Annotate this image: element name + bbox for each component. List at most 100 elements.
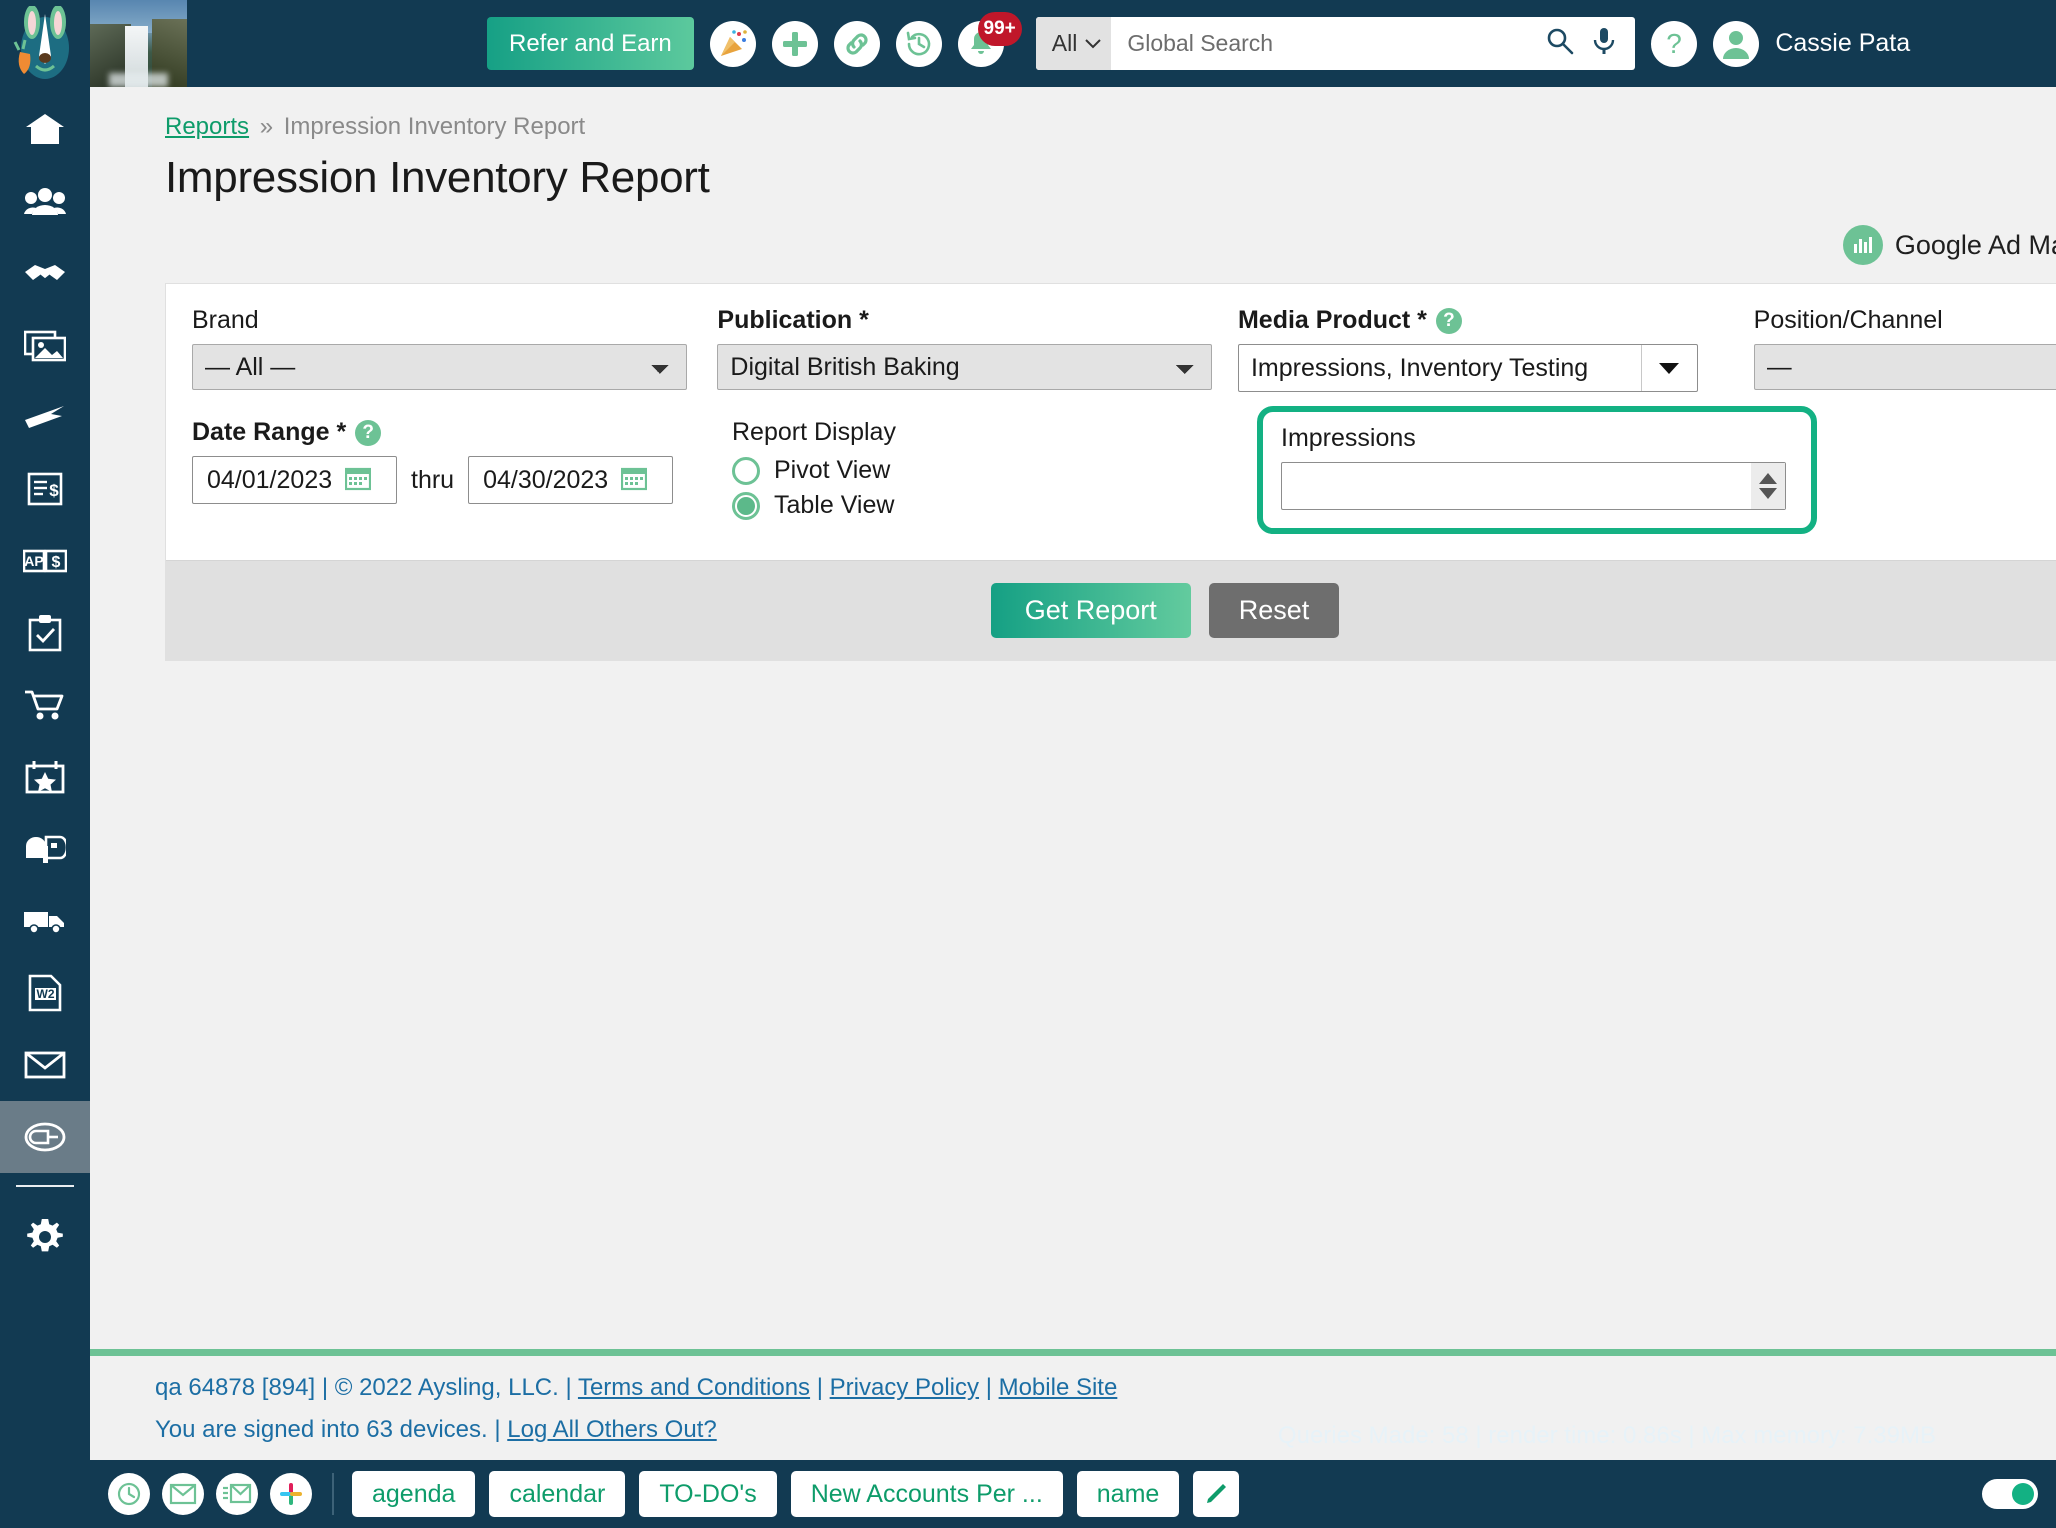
date-from-field[interactable]	[192, 456, 397, 504]
date-to-field[interactable]	[468, 456, 674, 504]
impressions-input[interactable]	[1282, 464, 1751, 508]
stepper-up-icon[interactable]	[1759, 473, 1777, 484]
search-icon[interactable]	[1545, 26, 1575, 61]
envelope-list-icon[interactable]	[216, 1473, 258, 1515]
link-icon[interactable]	[833, 20, 880, 67]
handshake-icon	[25, 265, 65, 280]
publication-field: Publication * Digital British Baking	[717, 306, 1238, 390]
taskbar-chip-todos[interactable]: TO-DO's	[639, 1471, 777, 1517]
left-sidebar: $ AP $ W2	[0, 87, 90, 1528]
sidebar-item-settings[interactable]	[0, 1201, 90, 1273]
user-name-label[interactable]: Cassie Pata	[1775, 29, 1910, 58]
position-channel-label: Position/Channel	[1753, 306, 1943, 334]
app-logo[interactable]	[0, 0, 90, 87]
media-product-field: Media Product * ? Impressions, Inventory…	[1237, 306, 1754, 392]
sidebar-item-reports[interactable]	[0, 1101, 90, 1173]
bell-icon[interactable]: 99+	[957, 11, 1022, 67]
impressions-label: Impressions	[1281, 424, 1416, 452]
clock-icon[interactable]	[108, 1473, 150, 1515]
sidebar-item-contacts[interactable]	[0, 165, 90, 237]
position-channel-select[interactable]: —	[1753, 344, 2056, 390]
envelope-icon[interactable]	[162, 1473, 204, 1515]
slack-icon[interactable]	[270, 1473, 312, 1515]
sidebar-item-deals[interactable]	[0, 237, 90, 309]
top-navigation-bar: Refer and Earn 99+ All Global Search ? C…	[0, 0, 2056, 87]
google-ad-manager-indicator[interactable]: Google Ad Ma	[90, 203, 2056, 265]
render-stats: Queries Made: 58 | render time: 0.86s | …	[1277, 1422, 1936, 1449]
search-scope-value: All	[1051, 30, 1078, 56]
publication-select[interactable]: Digital British Baking	[717, 344, 1213, 390]
microphone-icon[interactable]	[1591, 26, 1617, 61]
date-range-help-icon[interactable]: ?	[355, 419, 382, 446]
taskbar-chip-new-accounts[interactable]: New Accounts Per ...	[790, 1471, 1063, 1517]
report-display-option-pivot[interactable]: Pivot View	[732, 456, 1267, 485]
taskbar-chip-agenda[interactable]: agenda	[352, 1471, 476, 1517]
clipboard-check-icon	[28, 615, 62, 652]
reset-button[interactable]: Reset	[1208, 583, 1340, 638]
date-range-label: Date Range * ?	[192, 418, 732, 447]
get-report-button[interactable]: Get Report	[990, 583, 1191, 638]
report-display-option-table[interactable]: Table View	[732, 491, 1267, 520]
breadcrumb-parent-link[interactable]: Reports	[165, 113, 249, 140]
search-input[interactable]	[1111, 17, 1542, 70]
panel-actions: Get Report Reset	[166, 560, 2056, 660]
date-range-label-text: Date Range *	[192, 418, 347, 446]
sidebar-item-production[interactable]	[0, 381, 90, 453]
taskbar-toggle[interactable]	[1982, 1479, 2038, 1509]
main-content: Reports » Impression Inventory Report Im…	[90, 87, 2056, 1460]
avatar[interactable]	[1713, 20, 1760, 67]
sidebar-item-tasks[interactable]	[0, 597, 90, 669]
position-channel-field: Position/Channel —	[1753, 306, 2056, 390]
privacy-link[interactable]: Privacy Policy	[830, 1374, 979, 1401]
brand-select[interactable]: — All —	[192, 344, 687, 390]
plus-icon[interactable]	[771, 20, 818, 67]
refer-and-earn-button[interactable]: Refer and Earn	[487, 17, 694, 70]
sidebar-item-mailbox[interactable]	[0, 813, 90, 885]
report-filter-panel: Brand — All — Publication * Digital Brit…	[165, 283, 2056, 661]
sidebar-item-w2[interactable]: W2	[0, 957, 90, 1029]
celebration-icon[interactable]	[709, 20, 756, 67]
media-product-combobox[interactable]: Impressions, Inventory Testing	[1237, 344, 1698, 392]
date-from-input[interactable]	[205, 464, 345, 496]
svg-text:?: ?	[1667, 28, 1683, 59]
pencil-icon[interactable]	[1193, 1471, 1240, 1517]
calendar-icon[interactable]	[344, 465, 372, 496]
sidebar-item-events[interactable]	[0, 741, 90, 813]
sidebar-item-shipping[interactable]	[0, 885, 90, 957]
application-window: Refer and Earn 99+ All Global Search ? C…	[0, 0, 2056, 1528]
taskbar-chip-name[interactable]: name	[1076, 1471, 1180, 1517]
radio-table-view[interactable]	[732, 491, 760, 520]
help-icon[interactable]: ?	[1651, 20, 1698, 67]
search-scope-dropdown[interactable]: All	[1035, 17, 1112, 70]
log-all-others-out-link[interactable]: Log All Others Out?	[507, 1416, 716, 1443]
footer-line-1: qa 64878 [894] | © 2022 Aysling, LLC. | …	[155, 1374, 1118, 1401]
history-icon[interactable]	[895, 20, 942, 67]
media-product-help-icon[interactable]: ?	[1435, 307, 1462, 334]
stepper-down-icon[interactable]	[1759, 488, 1777, 499]
radio-pivot-view[interactable]	[732, 456, 760, 485]
mailbox-icon	[26, 835, 66, 863]
sidebar-item-home[interactable]	[0, 93, 90, 165]
terms-link[interactable]: Terms and Conditions	[578, 1374, 810, 1401]
breadcrumb-separator: »	[259, 113, 274, 140]
svg-text:$: $	[52, 554, 61, 571]
sidebar-item-accounts-payable[interactable]: AP $	[0, 525, 90, 597]
media-product-dropdown-arrow[interactable]	[1640, 345, 1697, 391]
taskbar-chip-calendar[interactable]: calendar	[489, 1471, 626, 1517]
impressions-number-field[interactable]	[1281, 462, 1786, 510]
toggle-knob	[2012, 1483, 2034, 1505]
sidebar-item-media[interactable]	[0, 309, 90, 381]
sidebar-divider	[16, 1185, 74, 1187]
radio-pivot-view-label: Pivot View	[774, 456, 891, 484]
sidebar-item-invoices[interactable]: $	[0, 453, 90, 525]
impressions-stepper[interactable]	[1751, 463, 1785, 509]
mobile-site-link[interactable]: Mobile Site	[999, 1374, 1118, 1401]
breadcrumb-current: Impression Inventory Report	[283, 113, 586, 140]
footer-accent-line	[90, 1349, 2056, 1356]
waterfall-thumbnail[interactable]	[90, 0, 187, 87]
calendar-icon[interactable]	[620, 465, 648, 496]
date-to-input[interactable]	[481, 464, 622, 496]
sidebar-item-orders[interactable]	[0, 669, 90, 741]
sidebar-item-email[interactable]	[0, 1029, 90, 1101]
filter-row-1: Brand — All — Publication * Digital Brit…	[192, 306, 2056, 392]
